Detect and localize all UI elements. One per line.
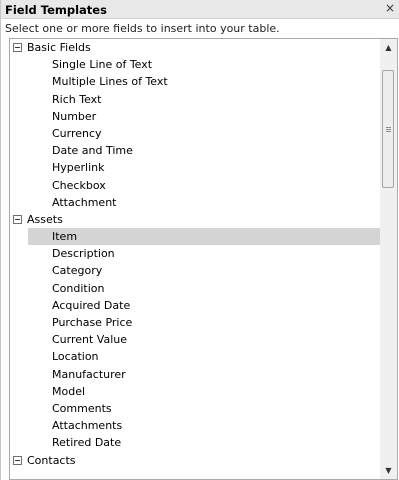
collapse-icon[interactable] bbox=[13, 455, 22, 465]
group-basic-fields[interactable]: Basic Fields bbox=[10, 39, 380, 56]
field-label: Condition bbox=[52, 281, 105, 295]
field-location[interactable]: Location bbox=[10, 348, 380, 365]
pane-title: Field Templates bbox=[5, 3, 107, 17]
field-multiple-lines-of-text[interactable]: Multiple Lines of Text bbox=[10, 73, 380, 90]
field-label: Multiple Lines of Text bbox=[52, 75, 168, 89]
collapse-icon[interactable] bbox=[13, 214, 22, 224]
field-label: Hyperlink bbox=[52, 161, 105, 175]
field-purchase-price[interactable]: Purchase Price bbox=[10, 314, 380, 331]
field-model[interactable]: Model bbox=[10, 383, 380, 400]
group-assets[interactable]: Assets bbox=[10, 211, 380, 228]
field-label: Checkbox bbox=[52, 178, 106, 192]
field-label: Attachments bbox=[52, 419, 123, 433]
field-category[interactable]: Category bbox=[10, 262, 380, 279]
field-label: Category bbox=[52, 264, 103, 278]
field-label: Purchase Price bbox=[52, 316, 133, 329]
field-comments[interactable]: Comments bbox=[10, 400, 380, 417]
scroll-down-icon[interactable]: ▼ bbox=[380, 462, 397, 479]
field-hyperlink[interactable]: Hyperlink bbox=[10, 159, 380, 176]
close-icon[interactable]: × bbox=[383, 1, 397, 15]
field-condition[interactable]: Condition bbox=[10, 280, 380, 297]
scroll-up-icon[interactable]: ▲ bbox=[380, 39, 397, 56]
field-manufacturer[interactable]: Manufacturer bbox=[10, 366, 380, 383]
field-acquired-date[interactable]: Acquired Date bbox=[10, 297, 380, 314]
field-label: Description bbox=[52, 247, 115, 261]
field-label: Location bbox=[52, 350, 99, 364]
field-label: Model bbox=[52, 384, 86, 398]
pane-header: Field Templates × bbox=[1, 0, 399, 19]
field-label: Manufacturer bbox=[52, 367, 126, 381]
field-attachments[interactable]: Attachments bbox=[10, 417, 380, 434]
vertical-scrollbar[interactable]: ▲ ▼ bbox=[380, 39, 397, 479]
field-currency[interactable]: Currency bbox=[10, 125, 380, 142]
scroll-thumb[interactable] bbox=[382, 70, 394, 188]
group-label: Assets bbox=[27, 212, 63, 226]
field-label: Current Value bbox=[52, 333, 128, 347]
field-rich-text[interactable]: Rich Text bbox=[10, 91, 380, 108]
field-attachment[interactable]: Attachment bbox=[10, 194, 380, 211]
field-label: Retired Date bbox=[52, 436, 122, 450]
field-date-and-time[interactable]: Date and Time bbox=[10, 142, 380, 159]
group-label: Contacts bbox=[27, 453, 76, 467]
field-item[interactable]: Item bbox=[28, 228, 380, 246]
field-description[interactable]: Description bbox=[10, 245, 380, 262]
tree-rows: Basic Fields Single Line of Text Multiple … bbox=[10, 39, 380, 469]
group-label: Basic Fields bbox=[27, 41, 91, 54]
collapse-icon[interactable] bbox=[13, 43, 22, 52]
field-current-value[interactable]: Current Value bbox=[10, 331, 380, 348]
field-checkbox[interactable]: Checkbox bbox=[10, 177, 380, 194]
instructions-text: Select one or more fields to insert into… bbox=[5, 22, 280, 35]
field-single-line-of-text[interactable]: Single Line of Text bbox=[10, 56, 380, 73]
field-tree-list[interactable]: Basic Fields Single Line of Text Multiple … bbox=[9, 38, 398, 480]
field-templates-pane: Field Templates × Select one or more fie… bbox=[0, 0, 399, 480]
field-label: Item bbox=[52, 230, 78, 244]
field-label: Currency bbox=[52, 126, 102, 140]
field-number[interactable]: Number bbox=[10, 108, 380, 125]
field-label: Comments bbox=[52, 401, 112, 415]
grip-icon bbox=[386, 127, 391, 132]
field-retired-date[interactable]: Retired Date bbox=[10, 434, 380, 451]
field-label: Date and Time bbox=[52, 144, 133, 158]
field-label: Number bbox=[52, 109, 97, 123]
group-contacts[interactable]: Contacts bbox=[10, 452, 380, 469]
field-label: Rich Text bbox=[52, 92, 102, 106]
field-label: Attachment bbox=[52, 195, 117, 209]
field-label: Single Line of Text bbox=[52, 58, 153, 72]
field-label: Acquired Date bbox=[52, 298, 131, 312]
